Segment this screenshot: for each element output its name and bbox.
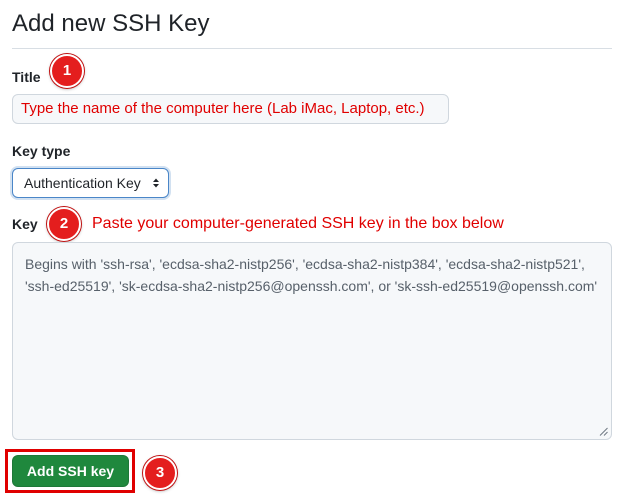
step-2-badge: 2 [47, 207, 81, 241]
title-divider [12, 48, 612, 49]
key-type-selected-value: Authentication Key [24, 175, 141, 191]
key-label: Key [12, 216, 38, 232]
title-label: Title [12, 69, 41, 85]
step-3-badge: 3 [143, 456, 177, 490]
resize-handle-icon[interactable] [599, 427, 608, 436]
key-hint-text: Paste your computer-generated SSH key in… [92, 215, 504, 232]
title-input[interactable]: Type the name of the computer here (Lab … [12, 94, 449, 124]
select-arrows-icon [153, 178, 159, 188]
key-textarea-placeholder: Begins with 'ssh-rsa', 'ecdsa-sha2-nistp… [25, 256, 598, 294]
add-ssh-key-button[interactable]: Add SSH key [12, 455, 129, 487]
key-type-select[interactable]: Authentication Key [12, 168, 169, 198]
key-textarea[interactable]: Begins with 'ssh-rsa', 'ecdsa-sha2-nistp… [12, 242, 612, 440]
step-1-badge: 1 [50, 54, 84, 88]
page-title: Add new SSH Key [12, 10, 210, 37]
key-type-label: Key type [12, 143, 71, 159]
